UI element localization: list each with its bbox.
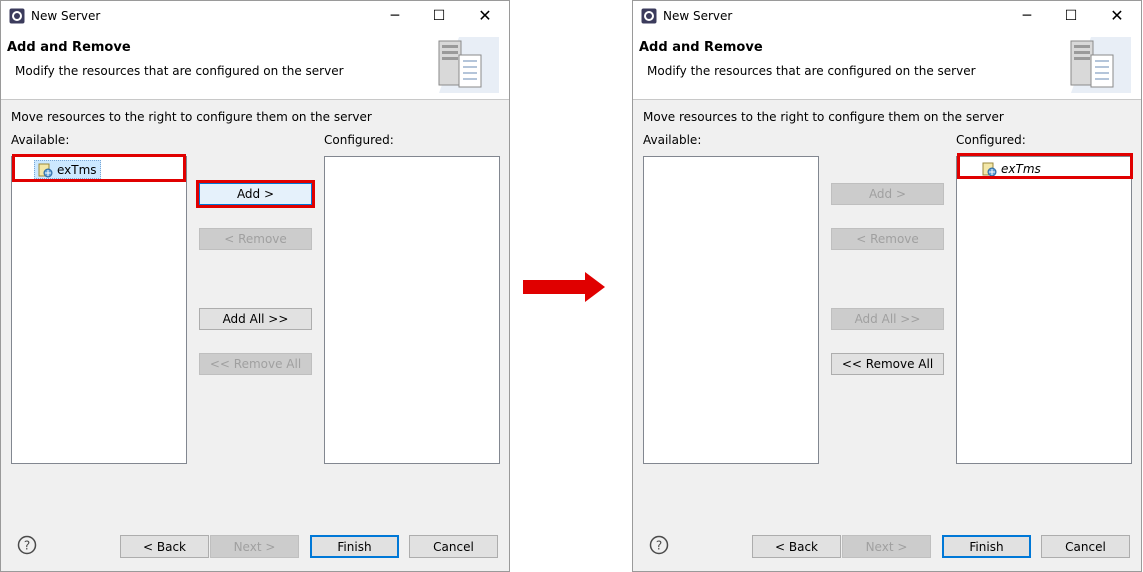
server-banner-icon	[438, 37, 499, 93]
help-icon[interactable]: ?	[17, 535, 37, 555]
minimize-icon[interactable]: ─	[1017, 7, 1037, 25]
add-button[interactable]: Add >	[831, 183, 944, 205]
remove-button[interactable]: < Remove	[199, 228, 312, 250]
next-button[interactable]: Next >	[842, 535, 931, 558]
title-bar: New Server ─ ☐ ✕	[1, 1, 509, 31]
window-title: New Server	[31, 9, 101, 23]
add-all-button[interactable]: Add All >>	[199, 308, 312, 330]
finish-button[interactable]: Finish	[310, 535, 399, 558]
highlight-box-available-item	[12, 154, 186, 182]
instruction-text: Move resources to the right to configure…	[11, 110, 372, 124]
svg-text:?: ?	[24, 539, 30, 553]
title-bar: New Server ─ ☐ ✕	[633, 1, 1141, 31]
highlight-box-add-button	[196, 180, 315, 208]
svg-text:?: ?	[656, 539, 662, 553]
highlight-box-configured-item	[957, 153, 1133, 179]
page-title: Add and Remove	[639, 40, 763, 55]
back-button[interactable]: < Back	[120, 535, 209, 558]
close-icon[interactable]: ✕	[1107, 7, 1127, 25]
close-icon[interactable]: ✕	[475, 7, 495, 25]
back-button[interactable]: < Back	[752, 535, 841, 558]
available-label: Available:	[643, 133, 702, 147]
right-arrow-icon	[523, 272, 605, 302]
add-all-button[interactable]: Add All >>	[831, 308, 944, 330]
page-title: Add and Remove	[7, 40, 131, 55]
finish-button[interactable]: Finish	[942, 535, 1031, 558]
configured-list[interactable]	[324, 156, 500, 464]
help-icon[interactable]: ?	[649, 535, 669, 555]
eclipse-app-icon	[9, 8, 25, 24]
wizard-header: Add and Remove Modify the resources that…	[1, 31, 509, 100]
maximize-icon[interactable]: ☐	[1061, 7, 1081, 25]
remove-all-button[interactable]: << Remove All	[831, 353, 944, 375]
window-title: New Server	[663, 9, 733, 23]
minimize-icon[interactable]: ─	[385, 7, 405, 25]
page-description: Modify the resources that are configured…	[15, 64, 344, 78]
server-banner-icon	[1070, 37, 1131, 93]
page-description: Modify the resources that are configured…	[647, 64, 976, 78]
configured-label: Configured:	[324, 133, 394, 147]
instruction-text: Move resources to the right to configure…	[643, 110, 1004, 124]
maximize-icon[interactable]: ☐	[429, 7, 449, 25]
new-server-dialog-before: New Server ─ ☐ ✕ Add and Remove Modify t…	[0, 0, 510, 572]
configured-list[interactable]: exTms	[956, 156, 1132, 464]
next-button[interactable]: Next >	[210, 535, 299, 558]
cancel-button[interactable]: Cancel	[1041, 535, 1130, 558]
remove-all-button[interactable]: << Remove All	[199, 353, 312, 375]
available-list[interactable]: exTms	[11, 156, 187, 464]
configured-label: Configured:	[956, 133, 1026, 147]
available-list[interactable]	[643, 156, 819, 464]
remove-button[interactable]: < Remove	[831, 228, 944, 250]
eclipse-app-icon	[641, 8, 657, 24]
new-server-dialog-after: New Server ─ ☐ ✕ Add and Remove Modify t…	[632, 0, 1142, 572]
wizard-header: Add and Remove Modify the resources that…	[633, 31, 1141, 100]
cancel-button[interactable]: Cancel	[409, 535, 498, 558]
available-label: Available:	[11, 133, 70, 147]
